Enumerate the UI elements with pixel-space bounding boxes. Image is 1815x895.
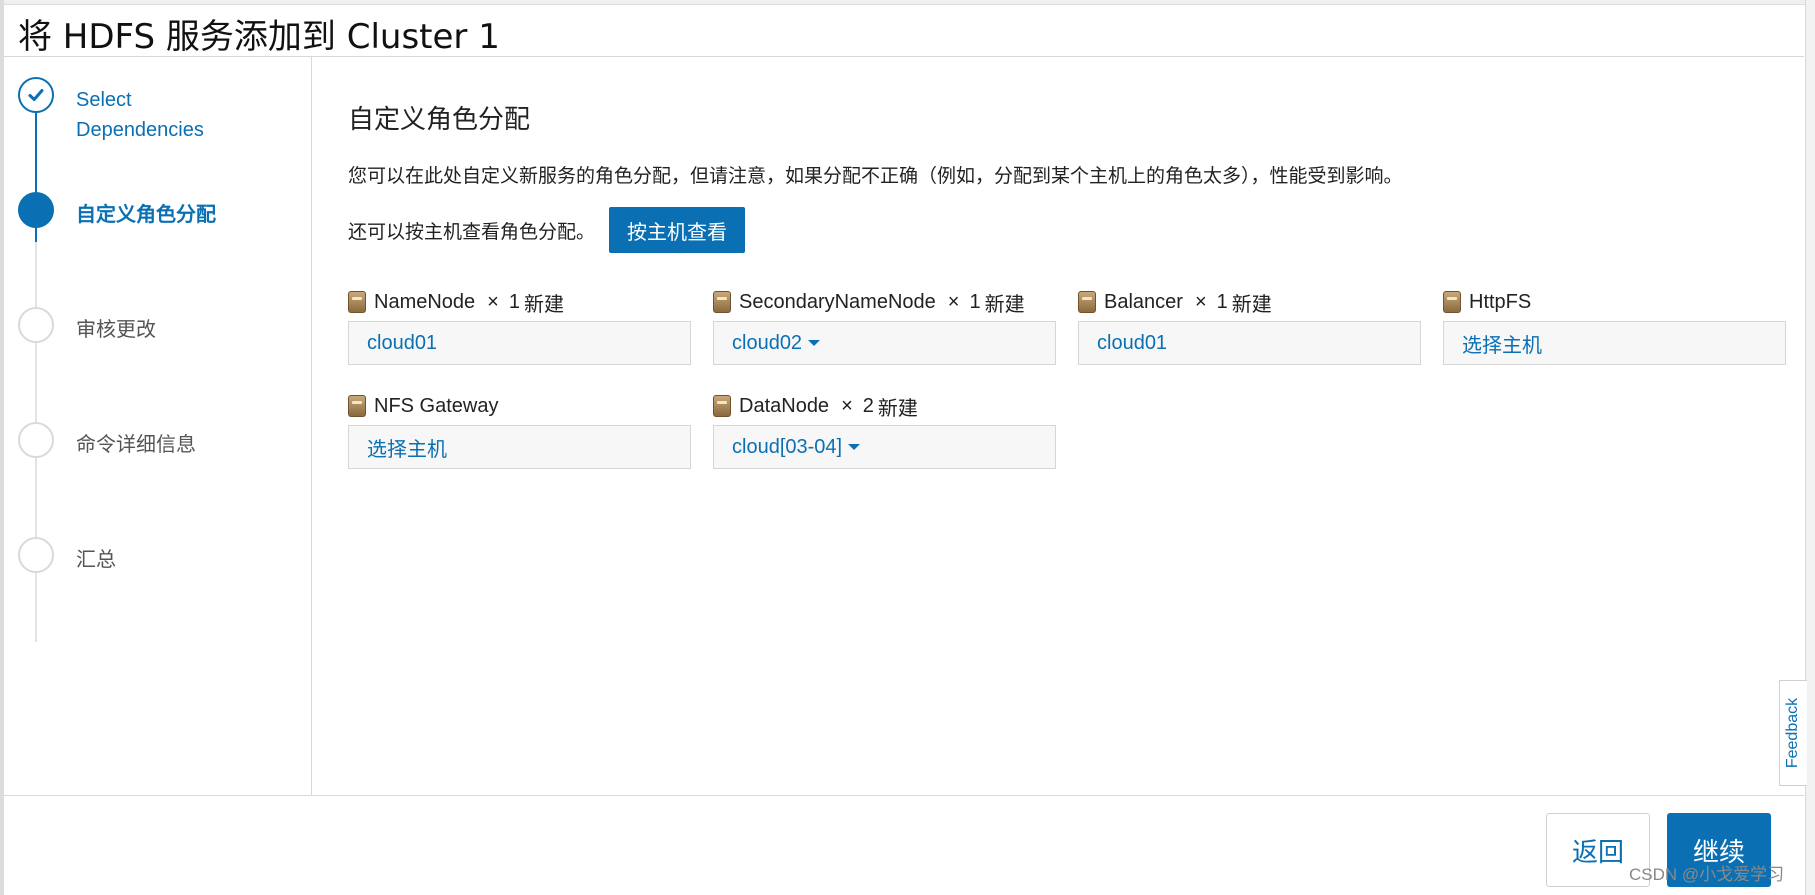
step-indicator [18,422,54,458]
section-title: 自定义角色分配 [348,104,531,134]
role-balancer: Balancer × 1 新建 cloud01 [1078,287,1421,365]
role-namenode: NameNode × 1 新建 cloud01 [348,287,691,365]
role-count: 2 [862,394,874,417]
role-count: 1 [1216,290,1228,313]
role-nfs-gateway: NFS Gateway 选择主机 [348,391,691,469]
role-name: NFS Gateway [374,394,499,417]
role-server-icon [348,395,366,417]
check-icon [28,89,44,101]
role-header: DataNode × 2 新建 [713,391,1056,421]
wizard-steps: Select Dependencies 自定义角色分配 审核更改 命令详细信息 … [4,57,312,795]
host-select-balancer[interactable]: cloud01 [1078,321,1421,365]
host-value: 选择主机 [367,438,447,461]
caret-down-icon [808,340,821,346]
role-server-icon [1078,291,1096,313]
role-header: NameNode × 1 新建 [348,287,691,317]
role-server-icon [713,395,731,417]
role-multiplier: × [1194,290,1207,313]
role-header: HttpFS [1443,287,1786,317]
step-summary[interactable]: 汇总 [18,537,236,575]
step-label: 汇总 [76,549,116,571]
role-name: HttpFS [1469,290,1532,313]
host-view-row: 还可以按主机查看角色分配。 按主机查看 [348,207,746,253]
role-header: NFS Gateway [348,391,691,421]
host-value: cloud02 [732,331,803,354]
page-title: 将 HDFS 服务添加到 Cluster 1 [18,17,500,57]
feedback-label: Feedback [1784,697,1802,769]
role-count: 1 [508,290,520,313]
host-select-nfs-gateway[interactable]: 选择主机 [348,425,691,469]
app-window: 将 HDFS 服务添加到 Cluster 1 Select Dependenci… [0,0,1815,895]
host-select-namenode[interactable]: cloud01 [348,321,691,365]
role-server-icon [713,291,731,313]
role-multiplier: × [841,394,853,417]
watermark: CSDN @小戈爱学习 [1629,865,1785,884]
role-multiplier: × [487,290,499,313]
host-view-text: 还可以按主机查看角色分配。 [348,221,596,243]
host-select-datanode[interactable]: cloud[03-04] [713,425,1056,469]
role-new-label: 新建 [1231,293,1272,316]
role-name: NameNode [374,290,476,313]
role-name: SecondaryNameNode [739,290,936,313]
description: 您可以在此处自定义新服务的角色分配，但请注意，如果分配不正确（例如，分配到某个主… [348,166,1403,187]
step-label: 自定义角色分配 [76,204,216,226]
host-select-httpfs[interactable]: 选择主机 [1443,321,1786,365]
step-indicator [18,77,54,113]
role-datanode: DataNode × 2 新建 cloud[03-04] [713,391,1056,469]
host-select-secondarynamenode[interactable]: cloud02 [713,321,1056,365]
role-multiplier: × [947,290,960,313]
role-server-icon [1443,291,1461,313]
role-secondarynamenode: SecondaryNameNode × 1 新建 cloud02 [713,287,1056,365]
role-new-label: 新建 [984,293,1025,316]
role-name: Balancer [1104,290,1183,313]
step-indicator [18,307,54,343]
host-value: cloud[03-04] [732,435,843,458]
role-httpfs: HttpFS 选择主机 [1443,287,1786,365]
step-label: 审核更改 [76,319,156,341]
step-review-changes[interactable]: 审核更改 [18,307,236,345]
role-server-icon [348,291,366,313]
host-value: cloud01 [367,331,438,354]
view-by-host-button[interactable]: 按主机查看 [609,207,746,253]
step-label: Select Dependencies [76,89,204,141]
role-new-label: 新建 [523,293,564,316]
role-new-label: 新建 [877,397,918,420]
step-indicator [18,192,54,228]
header: 将 HDFS 服务添加到 Cluster 1 [4,5,1804,57]
feedback-tab[interactable]: Feedback [1779,680,1807,786]
role-count: 1 [969,290,981,313]
step-select-dependencies[interactable]: Select Dependencies [18,77,236,145]
step-label: 命令详细信息 [76,434,196,456]
step-indicator [18,537,54,573]
main-content: 自定义角色分配 您可以在此处自定义新服务的角色分配，但请注意，如果分配不正确（例… [313,57,1803,795]
role-header: Balancer × 1 新建 [1078,287,1421,317]
role-header: SecondaryNameNode × 1 新建 [713,287,1056,317]
host-value: cloud01 [1097,331,1168,354]
host-value: 选择主机 [1462,334,1542,357]
caret-down-icon [848,444,861,450]
footer: 返回 继续 [4,795,1804,895]
step-custom-role-assignment[interactable]: 自定义角色分配 [18,192,236,230]
role-name: DataNode [739,394,830,417]
step-command-details[interactable]: 命令详细信息 [18,422,236,460]
